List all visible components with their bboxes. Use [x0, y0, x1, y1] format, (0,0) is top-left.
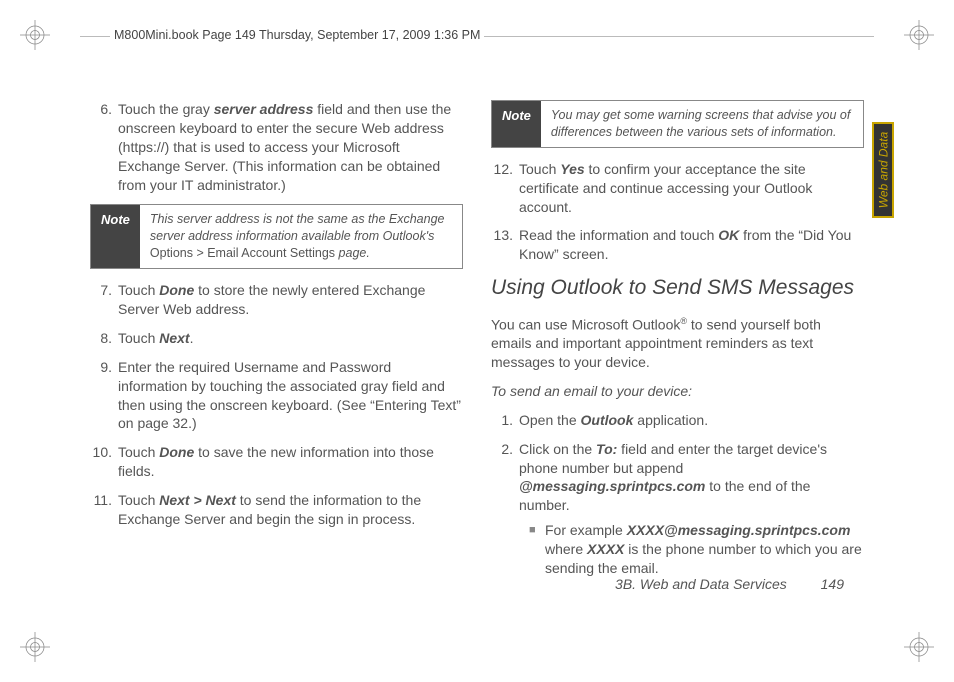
text: You may get some warning screens that ad…	[551, 108, 850, 139]
text: .	[190, 330, 194, 346]
step-body: Enter the required Username and Password…	[118, 358, 463, 434]
step-number: 13.	[491, 226, 519, 264]
subheading: To send an email to your device:	[491, 382, 864, 401]
text: Read the information and touch	[519, 227, 718, 243]
step-number: 2.	[491, 440, 519, 578]
bullet-icon: ■	[529, 521, 545, 578]
intro-paragraph: You can use Microsoft Outlook® to send y…	[491, 315, 864, 372]
field-to: To:	[596, 441, 617, 457]
step-number: 1.	[491, 411, 519, 430]
section-tab: Web and Data	[872, 122, 894, 218]
text: page.	[335, 246, 370, 260]
ui-done: Done	[159, 444, 194, 460]
substep-1: 1. Open the Outlook application.	[491, 411, 864, 430]
crop-mark-tl	[20, 20, 50, 50]
text: For example	[545, 522, 627, 538]
step-6: 6. Touch the gray server address field a…	[90, 100, 463, 194]
step-8: 8. Touch Next.	[90, 329, 463, 348]
step-body: Touch the gray server address field and …	[118, 100, 463, 194]
page-footer: 3B. Web and Data Services 149	[615, 576, 844, 592]
text: This server address is not the same as t…	[150, 212, 445, 243]
ui-done: Done	[159, 282, 194, 298]
note-label: Note	[492, 101, 541, 147]
page-content: 6. Touch the gray server address field a…	[90, 100, 864, 602]
step-body: Touch Done to save the new information i…	[118, 443, 463, 481]
step-12: 12. Touch Yes to confirm your acceptance…	[491, 160, 864, 217]
note-box-2: Note You may get some warning screens th…	[491, 100, 864, 148]
ui-ok: OK	[718, 227, 739, 243]
step-10: 10. Touch Done to save the new informati…	[90, 443, 463, 481]
text: Touch	[118, 282, 159, 298]
step-number: 6.	[90, 100, 118, 194]
ui-next: Next	[159, 330, 189, 346]
app-outlook: Outlook	[581, 412, 634, 428]
text: Touch	[118, 444, 159, 460]
text: Touch	[519, 161, 560, 177]
text: Touch	[118, 492, 159, 508]
step-body: Touch Done to store the newly entered Ex…	[118, 281, 463, 319]
step-body: Click on the To: field and enter the tar…	[519, 440, 864, 578]
right-column: Note You may get some warning screens th…	[491, 100, 864, 602]
crop-mark-tr	[904, 20, 934, 50]
step-number: 8.	[90, 329, 118, 348]
step-number: 10.	[90, 443, 118, 481]
domain-messaging: @messaging.sprintpcs.com	[519, 478, 705, 494]
step-number: 9.	[90, 358, 118, 434]
step-body: Touch Next > Next to send the informatio…	[118, 491, 463, 529]
crop-mark-bl	[20, 632, 50, 662]
footer-section: 3B. Web and Data Services	[615, 576, 787, 592]
text: where	[545, 541, 587, 557]
step-number: 12.	[491, 160, 519, 217]
step-body: Touch Next.	[118, 329, 463, 348]
page-number: 149	[821, 576, 844, 592]
step-body: Touch Yes to confirm your acceptance the…	[519, 160, 864, 217]
section-tab-label: Web and Data	[876, 132, 890, 209]
text: Enter the required Username and Password…	[118, 359, 461, 432]
crop-mark-br	[904, 632, 934, 662]
text: application.	[633, 412, 708, 428]
ui-yes: Yes	[560, 161, 584, 177]
step-9: 9. Enter the required Username and Passw…	[90, 358, 463, 434]
ui-next-next: Next > Next	[159, 492, 236, 508]
text: Open the	[519, 412, 581, 428]
running-header: M800Mini.book Page 149 Thursday, Septemb…	[110, 28, 484, 42]
term-server-address: server address	[214, 101, 314, 117]
note-box-1: Note This server address is not the same…	[90, 204, 463, 269]
note-label: Note	[91, 205, 140, 268]
placeholder-xxxx: XXXX	[587, 541, 624, 557]
example-address: XXXX@messaging.sprintpcs.com	[627, 522, 851, 538]
left-column: 6. Touch the gray server address field a…	[90, 100, 463, 602]
heading-using-outlook-sms: Using Outlook to Send SMS Messages	[491, 274, 864, 302]
step-number: 7.	[90, 281, 118, 319]
text: Click on the	[519, 441, 596, 457]
step-7: 7. Touch Done to store the newly entered…	[90, 281, 463, 319]
bullet-example: ■ For example XXXX@messaging.sprintpcs.c…	[529, 521, 864, 578]
step-body: Open the Outlook application.	[519, 411, 864, 430]
menu-path: Options > Email Account Settings	[150, 246, 335, 260]
text: Touch	[118, 330, 159, 346]
substep-2: 2. Click on the To: field and enter the …	[491, 440, 864, 578]
step-11: 11. Touch Next > Next to send the inform…	[90, 491, 463, 529]
step-body: Read the information and touch OK from t…	[519, 226, 864, 264]
bullet-body: For example XXXX@messaging.sprintpcs.com…	[545, 521, 864, 578]
step-13: 13. Read the information and touch OK fr…	[491, 226, 864, 264]
step-number: 11.	[90, 491, 118, 529]
note-body: This server address is not the same as t…	[140, 205, 462, 268]
text: You can use Microsoft Outlook	[491, 316, 680, 332]
note-body: You may get some warning screens that ad…	[541, 101, 863, 147]
text: Touch the gray	[118, 101, 214, 117]
